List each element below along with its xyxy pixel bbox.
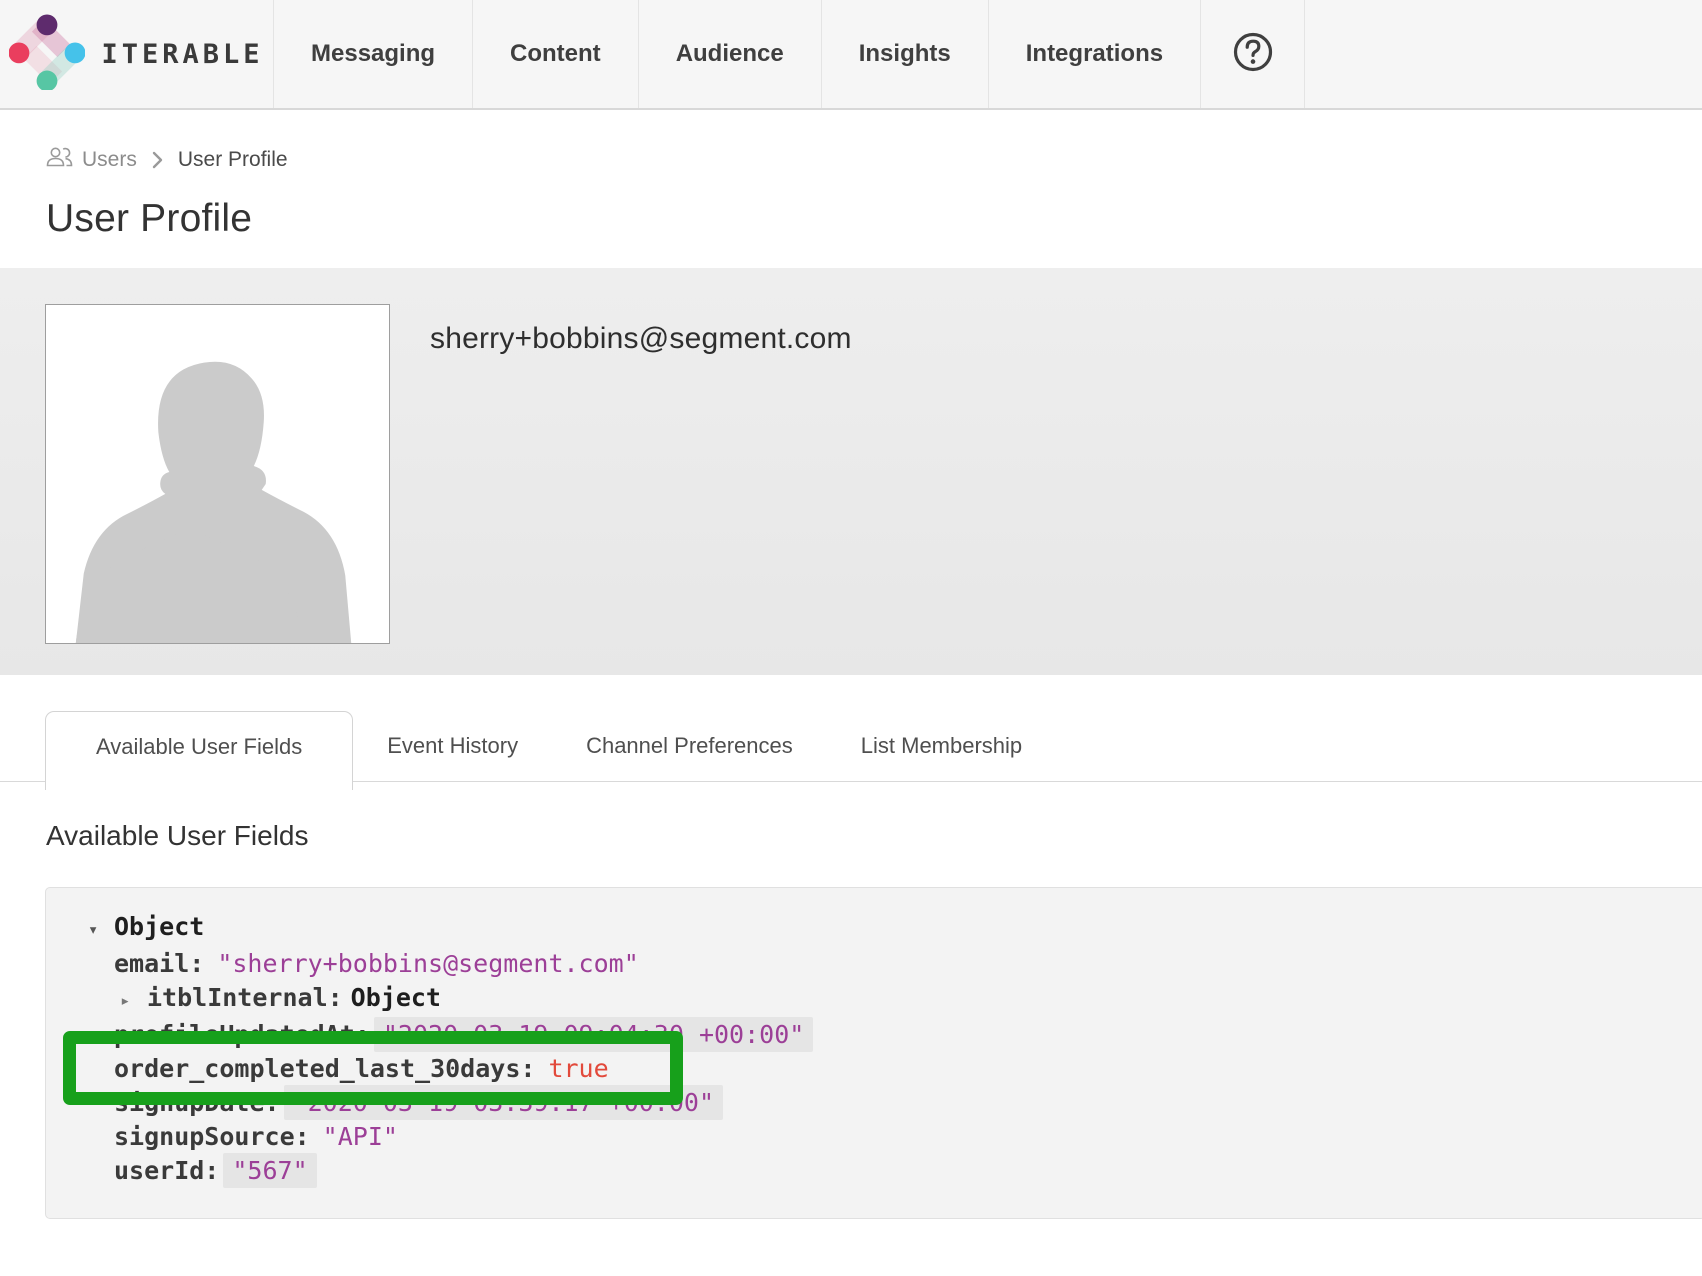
nav-item-integrations[interactable]: Integrations xyxy=(989,0,1201,108)
tab-channel-preferences[interactable]: Channel Preferences xyxy=(552,711,827,781)
iterable-diamond-icon xyxy=(9,14,85,95)
field-key: profileUpdatedAt: xyxy=(114,1020,370,1049)
field-value: "2020-03-19 09:04:30 +00:00" xyxy=(374,1017,813,1052)
users-icon xyxy=(46,146,73,173)
help-button[interactable] xyxy=(1201,0,1305,108)
avatar-placeholder xyxy=(45,304,390,644)
nav-item-messaging[interactable]: Messaging xyxy=(274,0,473,108)
field-value: "2020-03-19 03:39:17 +00:00" xyxy=(284,1085,723,1120)
breadcrumb-chevron-icon xyxy=(151,150,164,170)
nav-spacer xyxy=(1305,0,1702,108)
primary-nav-items: MessagingContentAudienceInsightsIntegrat… xyxy=(274,0,1201,108)
collapse-toggle-icon[interactable]: ▾ xyxy=(88,913,114,947)
nav-item-audience[interactable]: Audience xyxy=(639,0,822,108)
tree-children: email:"sherry+bobbins@segment.com"▸itblI… xyxy=(88,947,1702,1188)
user-profile-hero: sherry+bobbins@segment.com xyxy=(0,268,1702,675)
field-key: order_completed_last_30days: xyxy=(114,1054,535,1083)
root-object-label: Object xyxy=(114,912,204,941)
tree-row-signupsource: signupSource:"API" xyxy=(114,1120,1702,1154)
tree-row-profileupdatedat: profileUpdatedAt:"2020-03-19 09:04:30 +0… xyxy=(114,1018,1702,1052)
field-key: userId: xyxy=(114,1156,219,1185)
tree-row-signupdate: signupDate:"2020-03-19 03:39:17 +00:00" xyxy=(114,1086,1702,1120)
nav-item-content[interactable]: Content xyxy=(473,0,639,108)
field-value: Object xyxy=(347,980,450,1015)
tab-list-membership[interactable]: List Membership xyxy=(827,711,1056,781)
field-value: "567" xyxy=(223,1153,316,1188)
breadcrumb: Users User Profile xyxy=(46,146,1702,173)
breadcrumb-users-link[interactable]: Users xyxy=(46,146,137,173)
breadcrumb-users-label: Users xyxy=(82,148,137,172)
field-key: email: xyxy=(114,949,204,978)
page-title: User Profile xyxy=(46,197,1702,241)
tab-event-history[interactable]: Event History xyxy=(353,711,552,781)
profile-tabs: Available User FieldsEvent HistoryChanne… xyxy=(0,711,1702,782)
iterable-logo[interactable]: ITERABLE xyxy=(0,0,274,108)
field-value: "sherry+bobbins@segment.com" xyxy=(208,946,647,981)
breadcrumb-current-label: User Profile xyxy=(178,148,288,172)
field-key: signupDate: xyxy=(114,1088,280,1117)
tree-row-email: email:"sherry+bobbins@segment.com" xyxy=(114,947,1702,981)
user-fields-json-box: ▾Object email:"sherry+bobbins@segment.co… xyxy=(45,887,1702,1219)
tree-row-order-completed-last-30days: order_completed_last_30days:true xyxy=(114,1052,1702,1086)
tree-row-userid: userId:"567" xyxy=(114,1154,1702,1188)
tab-available-user-fields[interactable]: Available User Fields xyxy=(45,711,353,790)
expand-toggle-icon[interactable]: ▸ xyxy=(120,984,141,1018)
field-key: itblInternal: xyxy=(147,983,343,1012)
nav-item-insights[interactable]: Insights xyxy=(822,0,989,108)
help-question-icon xyxy=(1232,31,1274,78)
person-silhouette-icon xyxy=(46,305,389,643)
field-value: true xyxy=(539,1051,617,1086)
field-key: signupSource: xyxy=(114,1122,310,1151)
top-navigation-bar: ITERABLE MessagingContentAudienceInsight… xyxy=(0,0,1702,110)
tree-row-itblinternal: ▸itblInternal:Object xyxy=(114,981,1702,1018)
user-email: sherry+bobbins@segment.com xyxy=(430,322,852,356)
field-value: "API" xyxy=(314,1119,407,1154)
iterable-wordmark: ITERABLE xyxy=(101,39,263,70)
tree-row-root: ▾Object xyxy=(88,910,1702,947)
section-heading: Available User Fields xyxy=(46,820,1702,852)
